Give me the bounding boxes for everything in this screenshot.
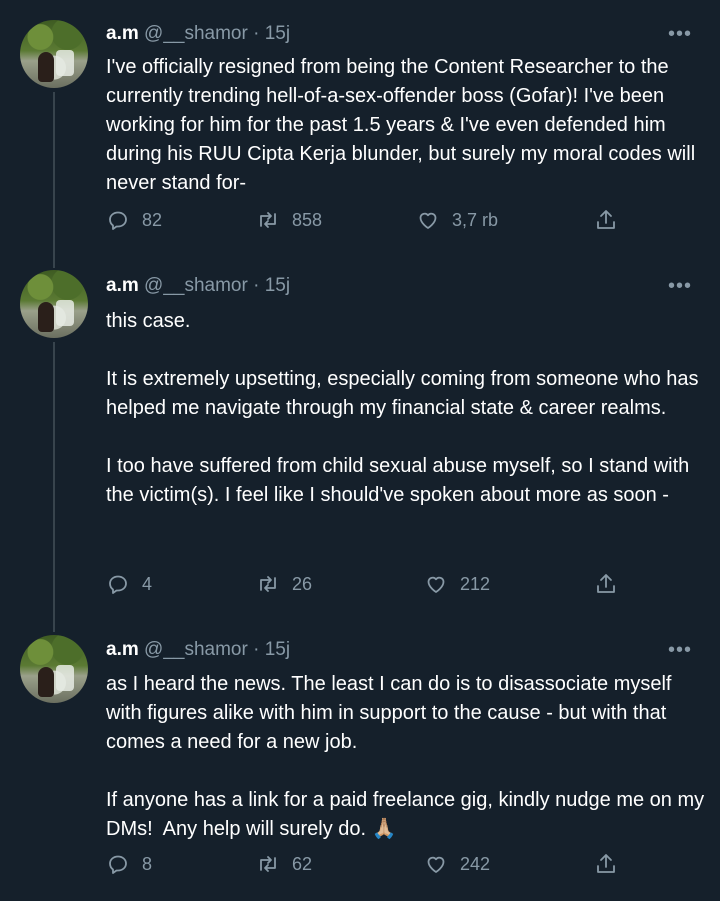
tweet-header: a.m @__shamor · 15j [106, 22, 290, 46]
like-count: 242 [460, 853, 491, 874]
thread-line [53, 92, 55, 268]
display-name[interactable]: a.m [106, 275, 139, 296]
heart-icon [427, 576, 445, 593]
tweet-text: as I heard the news. The least I can do … [106, 670, 706, 844]
timestamp[interactable]: 15j [265, 639, 290, 660]
share-button[interactable] [594, 852, 630, 876]
more-options-icon[interactable]: ••• [668, 276, 692, 296]
username[interactable]: @__shamor [144, 639, 248, 660]
retweet-button[interactable]: 858 [256, 208, 322, 232]
reply-button[interactable]: 8 [106, 852, 152, 876]
timestamp[interactable]: 15j [265, 275, 290, 296]
separator-dot: · [253, 639, 260, 660]
tweet-actions: 82 858 3,7 rb [0, 208, 720, 238]
retweet-icon [260, 856, 276, 872]
username[interactable]: @__shamor [144, 23, 248, 44]
more-options-icon[interactable]: ••• [668, 24, 692, 44]
avatar[interactable] [20, 270, 88, 338]
share-icon [597, 574, 615, 593]
tweet-1[interactable]: a.m @__shamor · 15j ••• I've officially … [0, 0, 720, 268]
reply-count: 4 [142, 573, 153, 594]
retweet-button[interactable]: 26 [256, 572, 312, 596]
tweet-header: a.m @__shamor · 15j [106, 638, 290, 662]
avatar[interactable] [20, 20, 88, 88]
retweet-button[interactable]: 62 [256, 852, 312, 876]
more-options-icon[interactable]: ••• [668, 640, 692, 660]
tweet-3[interactable]: a.m @__shamor · 15j ••• as I heard the n… [0, 620, 720, 901]
share-button[interactable] [594, 208, 630, 232]
share-button[interactable] [594, 572, 630, 596]
retweet-count: 26 [292, 573, 313, 594]
reply-icon [109, 575, 127, 594]
like-count: 3,7 rb [452, 209, 499, 230]
retweet-count: 858 [292, 209, 323, 230]
separator-dot: · [253, 275, 260, 296]
tweet-2[interactable]: a.m @__shamor · 15j ••• this case. It is… [0, 255, 720, 632]
share-icon [597, 210, 615, 229]
reply-button[interactable]: 4 [106, 572, 152, 596]
reply-count: 82 [142, 209, 163, 230]
share-icon [597, 854, 615, 873]
heart-icon [419, 212, 437, 229]
like-count: 212 [460, 573, 491, 594]
retweet-icon [260, 212, 276, 228]
reply-button[interactable]: 82 [106, 208, 162, 232]
heart-icon [427, 856, 445, 873]
tweet-text: this case. It is extremely upsetting, es… [106, 310, 699, 506]
avatar[interactable] [20, 635, 88, 703]
like-button[interactable]: 3,7 rb [416, 208, 498, 232]
folded-hands-emoji: 🙏🏼 [371, 818, 397, 840]
reply-count: 8 [142, 853, 153, 874]
timestamp[interactable]: 15j [265, 23, 290, 44]
username[interactable]: @__shamor [144, 275, 248, 296]
retweet-icon [260, 576, 276, 592]
tweet-text-body: as I heard the news. The least I can do … [106, 673, 705, 840]
display-name[interactable]: a.m [106, 23, 139, 44]
display-name[interactable]: a.m [106, 639, 139, 660]
separator-dot: · [253, 23, 260, 44]
retweet-count: 62 [292, 853, 313, 874]
like-button[interactable]: 212 [424, 572, 490, 596]
tweet-text: I've officially resigned from being the … [106, 56, 701, 194]
reply-icon [109, 855, 127, 874]
like-button[interactable]: 242 [424, 852, 490, 876]
tweet-actions: 4 26 212 [0, 572, 720, 602]
reply-icon [109, 211, 127, 230]
tweet-header: a.m @__shamor · 15j [106, 274, 290, 298]
tweet-actions: 8 62 242 [0, 852, 720, 882]
